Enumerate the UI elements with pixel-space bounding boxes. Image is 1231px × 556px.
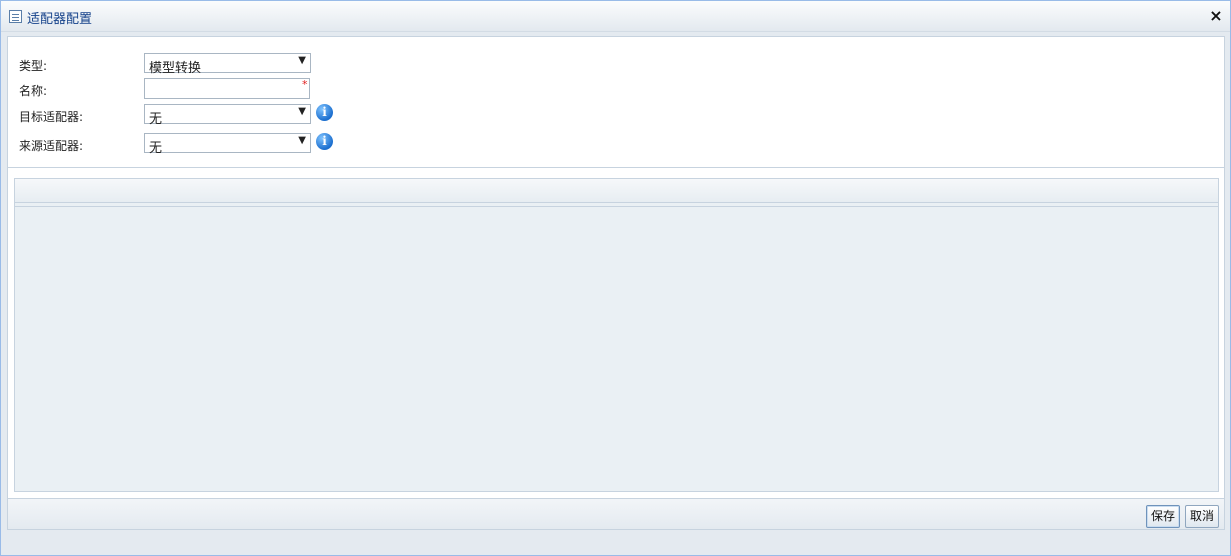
source-adapter-select[interactable]: 无 ▼ [144, 133, 311, 156]
target-adapter-label: 目标适配器: [19, 110, 84, 124]
table-icon [9, 10, 22, 23]
save-button[interactable]: 保存 [1146, 505, 1181, 528]
close-icon[interactable]: × [1208, 7, 1224, 25]
cancel-button[interactable]: 取消 [1185, 505, 1220, 528]
name-row: 名称: * [8, 78, 408, 100]
mapping-grid [14, 178, 1219, 492]
type-select[interactable]: 模型转换 ▼ [144, 53, 311, 76]
grid-header-divider [15, 206, 1218, 207]
adapter-config-dialog: 适配器配置 × 类型: 模型转换 ▼ 名称: * 目标适配器: 无 ▼ i 来源… [0, 0, 1231, 556]
form-area: 类型: 模型转换 ▼ 名称: * 目标适配器: 无 ▼ i 来源适配器: 无 ▼… [8, 37, 1224, 168]
chevron-down-icon: ▼ [298, 106, 306, 117]
info-icon[interactable]: i [316, 133, 333, 150]
source-adapter-value: 无 [149, 141, 163, 156]
target-adapter-value: 无 [149, 112, 163, 127]
name-input[interactable] [144, 78, 310, 99]
type-select-value: 模型转换 [149, 61, 202, 76]
dialog-footer: 保存 取消 [8, 498, 1224, 529]
chevron-down-icon: ▼ [298, 135, 306, 146]
name-label: 名称: [19, 84, 48, 98]
source-adapter-row: 来源适配器: 无 ▼ i [8, 133, 408, 156]
target-adapter-row: 目标适配器: 无 ▼ i [8, 104, 408, 127]
dialog-titlebar[interactable]: 适配器配置 × [1, 1, 1230, 32]
dialog-content: 类型: 模型转换 ▼ 名称: * 目标适配器: 无 ▼ i 来源适配器: 无 ▼… [7, 36, 1225, 530]
info-icon[interactable]: i [316, 104, 333, 121]
type-row: 类型: 模型转换 ▼ [8, 53, 408, 76]
source-adapter-label: 来源适配器: [19, 139, 84, 153]
type-label: 类型: [19, 59, 48, 73]
grid-header [15, 179, 1218, 203]
dialog-title: 适配器配置 [27, 12, 93, 27]
target-adapter-select[interactable]: 无 ▼ [144, 104, 311, 127]
chevron-down-icon: ▼ [298, 55, 306, 66]
required-mark: * [302, 78, 308, 91]
